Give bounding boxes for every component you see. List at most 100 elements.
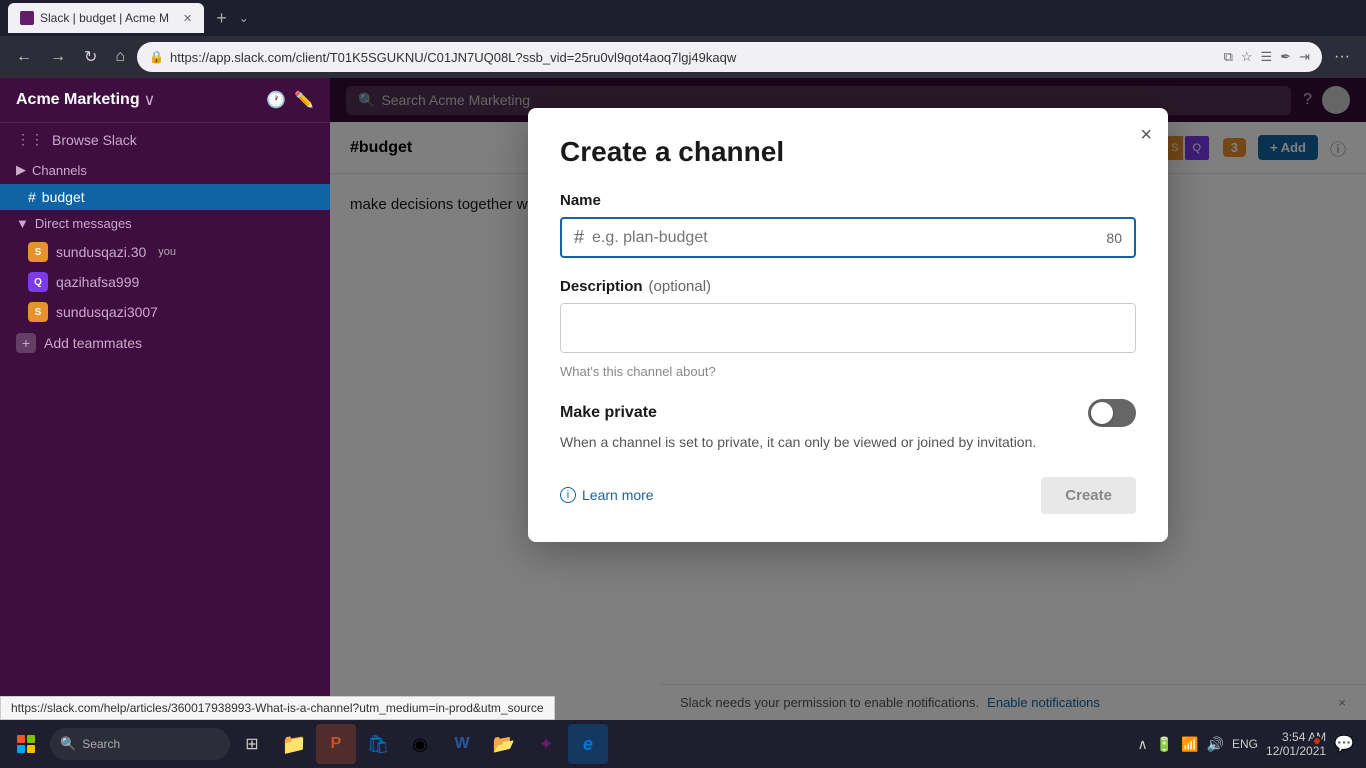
taskbar-chrome[interactable]: ◉	[400, 724, 440, 764]
new-tab-button[interactable]: +	[208, 8, 235, 29]
name-label: Name	[560, 192, 1136, 209]
add-icon: +	[16, 333, 36, 353]
modal-close-button[interactable]: ×	[1140, 124, 1152, 147]
taskbar-powerpoint[interactable]: P	[316, 724, 356, 764]
taskbar-task-view[interactable]: ⊞	[232, 724, 272, 764]
sidebar-header-icons: 🕐 ✏️	[266, 90, 314, 110]
app-layout: Acme Marketing ∨ 🕐 ✏️ ⋮⋮ Browse Slack ▶ …	[0, 78, 1366, 720]
split-view-icon[interactable]: ⧉	[1224, 49, 1233, 65]
workspace-info: Acme Marketing ∨	[16, 90, 155, 110]
taskbar-search-label: Search	[82, 737, 120, 751]
taskbar-search-icon: 🔍	[60, 736, 76, 752]
modal-overlay[interactable]: × Create a channel Name # 80	[330, 78, 1366, 720]
taskbar-files[interactable]: 📂	[484, 724, 524, 764]
task-view-icon: ⊞	[245, 734, 258, 754]
dm-item-0[interactable]: S sundusqazi.30 you	[0, 237, 330, 267]
powerpoint-icon: P	[331, 735, 342, 753]
reading-view-icon[interactable]: ☰	[1261, 49, 1273, 65]
compose-icon[interactable]: ✏️	[294, 90, 314, 110]
dm-item-1[interactable]: Q qazihafsa999	[0, 267, 330, 297]
active-tab[interactable]: Slack | budget | Acme M ✕	[8, 3, 204, 33]
main-content: 🔍 Search Acme Marketing ? #budget S Q 3 …	[330, 78, 1366, 720]
store-icon: 🛍	[367, 734, 390, 755]
channel-name-input[interactable]	[592, 229, 1098, 247]
dm-avatar-2: S	[28, 302, 48, 322]
url-text: https://app.slack.com/client/T01K5SGUKNU…	[170, 50, 1218, 65]
back-button[interactable]: ←	[10, 44, 38, 70]
url-tooltip: https://slack.com/help/articles/36001793…	[0, 696, 555, 720]
address-bar-icons: ⧉ ☆ ☰ ✒ ⇥	[1224, 49, 1310, 65]
tabs-bar: Slack | budget | Acme M ✕ + ⌄	[0, 0, 1366, 36]
taskbar-slack[interactable]: ✦	[526, 724, 566, 764]
tab-dropdown-button[interactable]: ⌄	[239, 11, 249, 25]
learn-more-link[interactable]: i Learn more	[560, 487, 654, 503]
file-explorer-icon: 📁	[282, 732, 307, 757]
lock-icon: 🔒	[149, 50, 164, 64]
channel-name: budget	[42, 189, 85, 205]
address-bar[interactable]: 🔒 https://app.slack.com/client/T01K5SGUK…	[137, 42, 1322, 72]
channels-section-header[interactable]: ▶ Channels	[0, 156, 330, 184]
make-private-title: Make private	[560, 404, 657, 422]
star-icon[interactable]: ☆	[1241, 49, 1253, 65]
network-icon[interactable]: 📶	[1181, 736, 1198, 753]
create-channel-button[interactable]: Create	[1041, 477, 1136, 514]
home-button[interactable]: ⌂	[109, 44, 131, 70]
dm-avatar-1: Q	[28, 272, 48, 292]
clock-date: 12/01/2021	[1266, 744, 1326, 758]
start-button[interactable]	[4, 722, 48, 766]
tab-close-button[interactable]: ✕	[183, 12, 192, 25]
hash-symbol: #	[574, 227, 584, 248]
chevron-up-icon[interactable]: ∧	[1137, 736, 1147, 753]
learn-more-label: Learn more	[582, 487, 654, 503]
create-channel-modal: × Create a channel Name # 80	[528, 108, 1168, 542]
forward-button[interactable]: →	[44, 44, 72, 70]
battery-icon[interactable]: 🔋	[1156, 736, 1173, 753]
clock-icon[interactable]: 🕐	[266, 90, 286, 110]
channels-label: Channels	[32, 163, 87, 178]
taskbar-edge[interactable]: e	[568, 724, 608, 764]
channels-expand-icon: ▶	[16, 162, 26, 178]
description-input[interactable]	[560, 303, 1136, 353]
private-toggle[interactable]	[1088, 399, 1136, 427]
tab-favicon	[20, 11, 34, 25]
tab-label: Slack | budget | Acme M	[40, 11, 169, 25]
modal-footer: i Learn more Create	[560, 477, 1136, 514]
browser-chrome: Slack | budget | Acme M ✕ + ⌄ ← → ↻ ⌂ 🔒 …	[0, 0, 1366, 78]
dm-badge-0: you	[158, 246, 176, 258]
description-field: Description (optional) What's this chann…	[560, 278, 1136, 379]
refresh-button[interactable]: ↻	[78, 43, 103, 71]
dm-section-header[interactable]: ▼ Direct messages	[0, 210, 330, 237]
sign-in-icon[interactable]: ✒	[1280, 49, 1291, 65]
windows-logo-icon	[17, 735, 35, 753]
dm-name-1: qazihafsa999	[56, 274, 139, 290]
browser-menu-button[interactable]: ···	[1328, 44, 1356, 70]
notification-center-icon[interactable]: 💬	[1334, 734, 1354, 754]
description-label: Description (optional)	[560, 278, 1136, 295]
modal-title: Create a channel	[560, 136, 1136, 168]
taskbar-word[interactable]: W	[442, 724, 482, 764]
private-header: Make private	[560, 399, 1136, 427]
name-input-wrapper: # 80	[560, 217, 1136, 258]
speaker-icon[interactable]: 🔊	[1207, 736, 1224, 753]
info-circle-icon: i	[560, 487, 576, 503]
taskbar-search-bar[interactable]: 🔍 Search	[50, 728, 230, 760]
workspace-chevron-icon: ∨	[144, 90, 156, 110]
make-private-desc: When a channel is set to private, it can…	[560, 433, 1136, 453]
taskbar-store[interactable]: 🛍	[358, 724, 398, 764]
files-icon: 📂	[493, 734, 515, 755]
taskbar-clock[interactable]: 3:54 AM 12/01/2021	[1266, 730, 1326, 758]
sidebar: Acme Marketing ∨ 🕐 ✏️ ⋮⋮ Browse Slack ▶ …	[0, 78, 330, 720]
dm-item-2[interactable]: S sundusqazi3007	[0, 297, 330, 327]
sidebar-channel-budget[interactable]: # budget	[0, 184, 330, 210]
word-icon: W	[454, 735, 469, 753]
share-icon[interactable]: ⇥	[1299, 49, 1310, 65]
dm-avatar-0: S	[28, 242, 48, 262]
add-teammates-button[interactable]: + Add teammates	[0, 327, 330, 359]
edge-icon: e	[583, 734, 593, 755]
browser-menu-icons: ···	[1328, 44, 1356, 70]
taskbar-file-explorer[interactable]: 📁	[274, 724, 314, 764]
sidebar-item-browse-slack[interactable]: ⋮⋮ Browse Slack	[0, 123, 330, 156]
workspace-name[interactable]: Acme Marketing	[16, 91, 140, 109]
make-private-section: Make private When a channel is set to pr…	[560, 399, 1136, 453]
description-hint: What's this channel about?	[560, 364, 1136, 379]
